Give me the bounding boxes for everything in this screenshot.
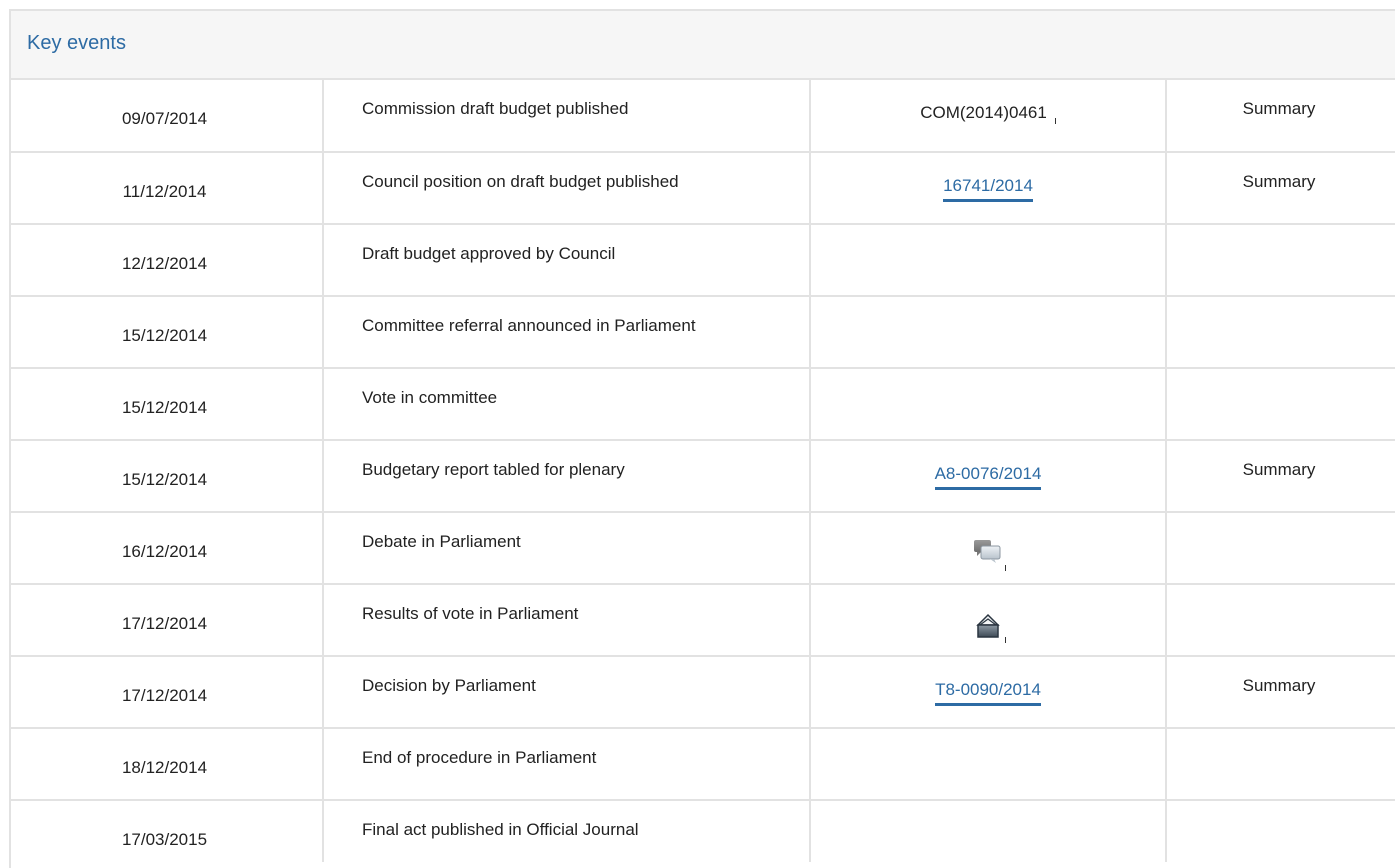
key-events-rows: 09/07/2014 Commission draft budget publi… — [11, 80, 1395, 862]
event-name: Draft budget approved by Council — [323, 224, 811, 297]
event-document — [810, 800, 1167, 862]
table-row: 17/12/2014 Decision by Parliament T8-009… — [11, 656, 1395, 729]
event-summary[interactable]: Summary — [1166, 152, 1395, 225]
table-row: 17/12/2014 Results of vote in Parliament — [11, 584, 1395, 657]
ballot-box-icon[interactable] — [970, 607, 1006, 643]
event-date: 15/12/2014 — [11, 440, 324, 513]
event-document — [810, 728, 1167, 801]
event-name: Debate in Parliament — [323, 512, 811, 585]
debate-icon[interactable] — [970, 535, 1006, 571]
event-name: Commission draft budget published — [323, 80, 811, 153]
table-row: 12/12/2014 Draft budget approved by Coun… — [11, 224, 1395, 297]
event-date: 09/07/2014 — [11, 80, 324, 153]
event-summary[interactable]: Summary — [1166, 80, 1395, 153]
event-summary — [1166, 368, 1395, 441]
event-document — [810, 368, 1167, 441]
event-date: 17/12/2014 — [11, 584, 324, 657]
marker-tick — [1054, 118, 1056, 124]
event-name: End of procedure in Parliament — [323, 728, 811, 801]
document-link[interactable]: A8-0076/2014 — [934, 462, 1042, 490]
event-date: 16/12/2014 — [11, 512, 324, 585]
event-document: A8-0076/2014 — [810, 440, 1167, 513]
event-summary[interactable]: Summary — [1166, 656, 1395, 729]
event-document: COM(2014)0461 — [810, 80, 1167, 153]
event-summary — [1166, 296, 1395, 369]
table-row: 15/12/2014 Budgetary report tabled for p… — [11, 440, 1395, 513]
event-summary — [1166, 584, 1395, 657]
key-events-header[interactable]: Key events — [11, 11, 1395, 80]
table-row: 15/12/2014 Vote in committee — [11, 368, 1395, 441]
event-summary — [1166, 728, 1395, 801]
document-link[interactable]: 16741/2014 — [943, 174, 1033, 202]
event-summary — [1166, 800, 1395, 862]
event-date: 11/12/2014 — [11, 152, 324, 225]
event-document — [810, 512, 1167, 585]
table-row: 11/12/2014 Council position on draft bud… — [11, 152, 1395, 225]
event-date: 18/12/2014 — [11, 728, 324, 801]
event-name: Budgetary report tabled for plenary — [323, 440, 811, 513]
event-date: 15/12/2014 — [11, 368, 324, 441]
table-row: 15/12/2014 Committee referral announced … — [11, 296, 1395, 369]
event-document — [810, 584, 1167, 657]
table-row: 17/03/2015 Final act published in Offici… — [11, 800, 1395, 862]
event-document — [810, 296, 1167, 369]
event-summary — [1166, 512, 1395, 585]
event-date: 17/03/2015 — [11, 800, 324, 862]
key-events-table: 09/07/2014 Commission draft budget publi… — [11, 80, 1395, 862]
event-summary[interactable]: Summary — [1166, 440, 1395, 513]
event-summary — [1166, 224, 1395, 297]
key-events-panel: Key events 09/07/2014 Commission draft b… — [9, 9, 1395, 868]
document-link[interactable]: T8-0090/2014 — [935, 678, 1041, 706]
key-events-title: Key events — [27, 32, 126, 54]
event-date: 17/12/2014 — [11, 656, 324, 729]
event-name: Results of vote in Parliament — [323, 584, 811, 657]
table-row: 18/12/2014 End of procedure in Parliamen… — [11, 728, 1395, 801]
document-reference: COM(2014)0461 — [920, 103, 1047, 122]
event-name: Decision by Parliament — [323, 656, 811, 729]
table-row: 09/07/2014 Commission draft budget publi… — [11, 80, 1395, 153]
event-name: Committee referral announced in Parliame… — [323, 296, 811, 369]
event-document — [810, 224, 1167, 297]
event-date: 12/12/2014 — [11, 224, 324, 297]
table-row: 16/12/2014 Debate in Parliament — [11, 512, 1395, 585]
event-name: Vote in committee — [323, 368, 811, 441]
event-document: 16741/2014 — [810, 152, 1167, 225]
event-name: Final act published in Official Journal — [323, 800, 811, 862]
event-name: Council position on draft budget publish… — [323, 152, 811, 225]
event-date: 15/12/2014 — [11, 296, 324, 369]
event-document: T8-0090/2014 — [810, 656, 1167, 729]
